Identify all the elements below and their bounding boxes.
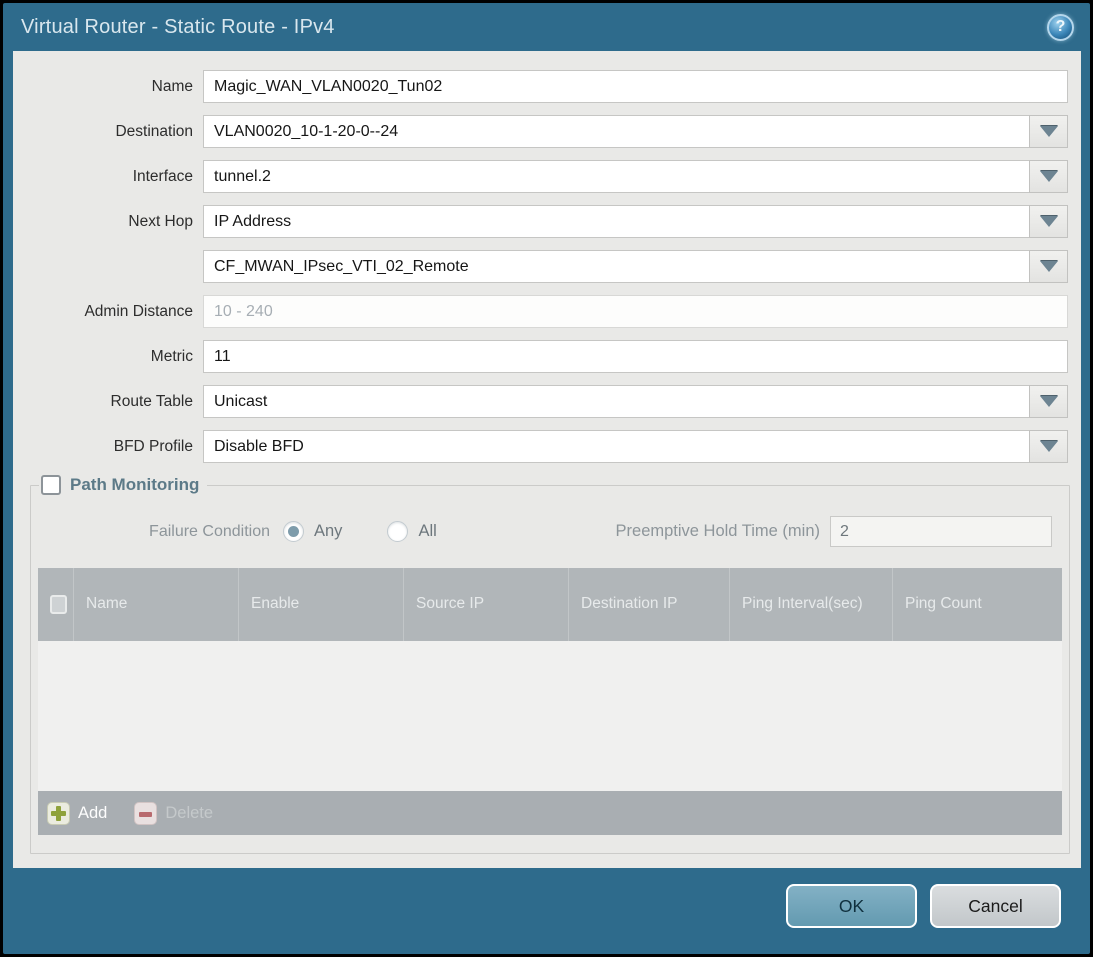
column-header-source-ip: Source IP — [403, 568, 568, 641]
failure-condition-label: Failure Condition — [37, 523, 283, 541]
form-row-next-hop-address — [13, 250, 1068, 283]
table-toolbar: Add Delete — [38, 791, 1062, 835]
route-table-label: Route Table — [13, 385, 203, 418]
path-monitoring-checkbox[interactable] — [41, 475, 61, 495]
name-label: Name — [13, 70, 203, 103]
dialog-window: Virtual Router - Static Route - IPv4 ? N… — [0, 0, 1093, 957]
failure-condition-any-label: Any — [314, 522, 342, 541]
cancel-button[interactable]: Cancel — [930, 884, 1061, 928]
dialog-title: Virtual Router - Static Route - IPv4 — [21, 16, 335, 39]
next-hop-label: Next Hop — [13, 205, 203, 238]
form-row-admin-distance: Admin Distance — [13, 295, 1068, 328]
path-monitoring-legend: Path Monitoring — [39, 475, 207, 495]
add-button-label: Add — [78, 804, 107, 823]
form-row-route-table: Route Table — [13, 385, 1068, 418]
route-table-input[interactable] — [203, 385, 1030, 418]
destination-dropdown-button[interactable] — [1029, 115, 1068, 148]
form-row-name: Name — [13, 70, 1068, 103]
destination-input[interactable] — [203, 115, 1030, 148]
table-header-checkbox-cell — [38, 568, 73, 641]
chevron-down-icon — [1040, 216, 1058, 227]
interface-dropdown-button[interactable] — [1029, 160, 1068, 193]
failure-condition-any-radio[interactable] — [283, 521, 304, 542]
preemptive-hold-time-input[interactable] — [830, 516, 1052, 547]
destination-label: Destination — [13, 115, 203, 148]
static-route-form: Name Destination Interface Next Hop — [13, 51, 1081, 463]
dialog-content: Name Destination Interface Next Hop — [13, 51, 1081, 868]
form-row-next-hop: Next Hop — [13, 205, 1068, 238]
preemptive-hold-time-label: Preemptive Hold Time (min) — [616, 522, 830, 541]
failure-condition-row: Failure Condition Any All Preemptive Hol… — [37, 515, 1063, 548]
chevron-down-icon — [1040, 261, 1058, 272]
table-body-empty — [38, 641, 1062, 791]
select-all-checkbox[interactable] — [50, 595, 67, 614]
bfd-profile-input[interactable] — [203, 430, 1030, 463]
path-monitoring-table: Name Enable Source IP Destination IP Pin… — [38, 568, 1062, 835]
interface-label: Interface — [13, 160, 203, 193]
failure-condition-all-label: All — [418, 522, 436, 541]
path-monitoring-title: Path Monitoring — [70, 475, 199, 495]
chevron-down-icon — [1040, 441, 1058, 452]
delete-button[interactable]: Delete — [134, 802, 213, 825]
plus-icon — [47, 802, 70, 825]
route-table-dropdown-button[interactable] — [1029, 385, 1068, 418]
ok-button[interactable]: OK — [786, 884, 917, 928]
path-monitoring-section: Path Monitoring Failure Condition Any Al… — [30, 475, 1070, 854]
form-row-bfd-profile: BFD Profile — [13, 430, 1068, 463]
help-icon[interactable]: ? — [1047, 14, 1074, 41]
metric-input[interactable] — [203, 340, 1068, 373]
metric-label: Metric — [13, 340, 203, 373]
next-hop-type-input[interactable] — [203, 205, 1030, 238]
delete-button-label: Delete — [165, 804, 213, 823]
name-input[interactable] — [203, 70, 1068, 103]
interface-input[interactable] — [203, 160, 1030, 193]
failure-condition-all-radio[interactable] — [387, 521, 408, 542]
form-row-metric: Metric — [13, 340, 1068, 373]
form-row-destination: Destination — [13, 115, 1068, 148]
title-bar: Virtual Router - Static Route - IPv4 ? — [3, 3, 1090, 51]
column-header-ping-interval: Ping Interval(sec) — [729, 568, 892, 641]
column-header-name: Name — [73, 568, 238, 641]
bfd-profile-label: BFD Profile — [13, 430, 203, 463]
chevron-down-icon — [1040, 396, 1058, 407]
chevron-down-icon — [1040, 126, 1058, 137]
next-hop-type-dropdown-button[interactable] — [1029, 205, 1068, 238]
next-hop-address-label-spacer — [13, 250, 203, 283]
table-header-row: Name Enable Source IP Destination IP Pin… — [38, 568, 1062, 641]
column-header-enable: Enable — [238, 568, 403, 641]
bfd-profile-dropdown-button[interactable] — [1029, 430, 1068, 463]
form-row-interface: Interface — [13, 160, 1068, 193]
column-header-destination-ip: Destination IP — [568, 568, 729, 641]
minus-icon — [134, 802, 157, 825]
admin-distance-input[interactable] — [203, 295, 1068, 328]
chevron-down-icon — [1040, 171, 1058, 182]
dialog-frame: Virtual Router - Static Route - IPv4 ? N… — [3, 3, 1090, 954]
column-header-ping-count: Ping Count — [892, 568, 1062, 641]
add-button[interactable]: Add — [47, 802, 107, 825]
next-hop-address-dropdown-button[interactable] — [1029, 250, 1068, 283]
admin-distance-label: Admin Distance — [13, 295, 203, 328]
dialog-actions: OK Cancel — [786, 884, 1061, 928]
next-hop-address-input[interactable] — [203, 250, 1030, 283]
